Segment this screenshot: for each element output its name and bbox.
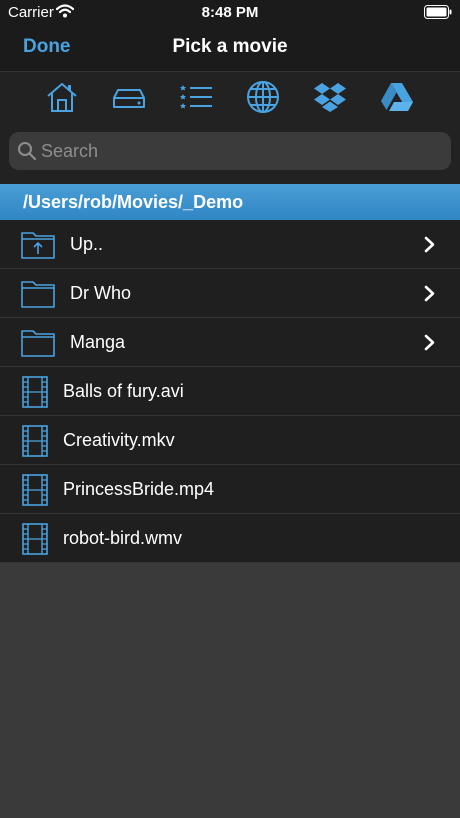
chevron-right-icon [424, 236, 435, 253]
list-item-label: Balls of fury.avi [63, 381, 184, 401]
search-bar [0, 120, 460, 184]
list-item-manga[interactable]: Manga [0, 318, 460, 367]
folder-icon [21, 278, 55, 313]
list-item-file[interactable]: PrincessBride.mp4 [0, 465, 460, 514]
list-item-file[interactable]: Creativity.mkv [0, 416, 460, 465]
list-item-label: PrincessBride.mp4 [63, 479, 215, 499]
source-toolbar [0, 71, 460, 120]
list-icon[interactable] [179, 80, 213, 114]
search-input[interactable] [41, 132, 441, 170]
google-drive-icon[interactable] [380, 80, 414, 114]
list-item-file[interactable]: Balls of fury.avi [0, 367, 460, 416]
file-list: Up.. Dr Who Manga Balls of fury.avi Crea… [0, 220, 460, 563]
navigation-bar: Done Pick a movie [0, 24, 460, 71]
folder-up-icon [21, 229, 55, 264]
search-icon [17, 141, 37, 161]
status-time: 8:48 PM [201, 4, 259, 21]
film-icon [22, 376, 48, 413]
list-item-label: Up.. [70, 234, 104, 254]
film-icon [22, 523, 48, 560]
home-icon[interactable] [45, 80, 79, 114]
list-item-label: Creativity.mkv [63, 430, 175, 450]
search-box[interactable] [9, 132, 451, 170]
globe-icon[interactable] [246, 80, 280, 114]
page-title: Pick a movie [172, 36, 288, 57]
chevron-right-icon [424, 334, 435, 351]
battery-icon [424, 5, 452, 23]
list-item-label: robot-bird.wmv [63, 528, 183, 548]
status-bar: Carrier 8:48 PM [0, 0, 460, 24]
current-path-header: /Users/rob/Movies/_Demo [0, 184, 460, 220]
list-item-label: Manga [70, 332, 126, 352]
folder-icon [21, 327, 55, 362]
dropbox-icon[interactable] [313, 80, 347, 114]
list-item-file[interactable]: robot-bird.wmv [0, 514, 460, 563]
chevron-right-icon [424, 285, 435, 302]
film-icon [22, 425, 48, 462]
list-item-up[interactable]: Up.. [0, 220, 460, 269]
list-item-dr-who[interactable]: Dr Who [0, 269, 460, 318]
film-icon [22, 474, 48, 511]
drive-icon[interactable] [112, 80, 146, 114]
list-item-label: Dr Who [70, 283, 132, 303]
